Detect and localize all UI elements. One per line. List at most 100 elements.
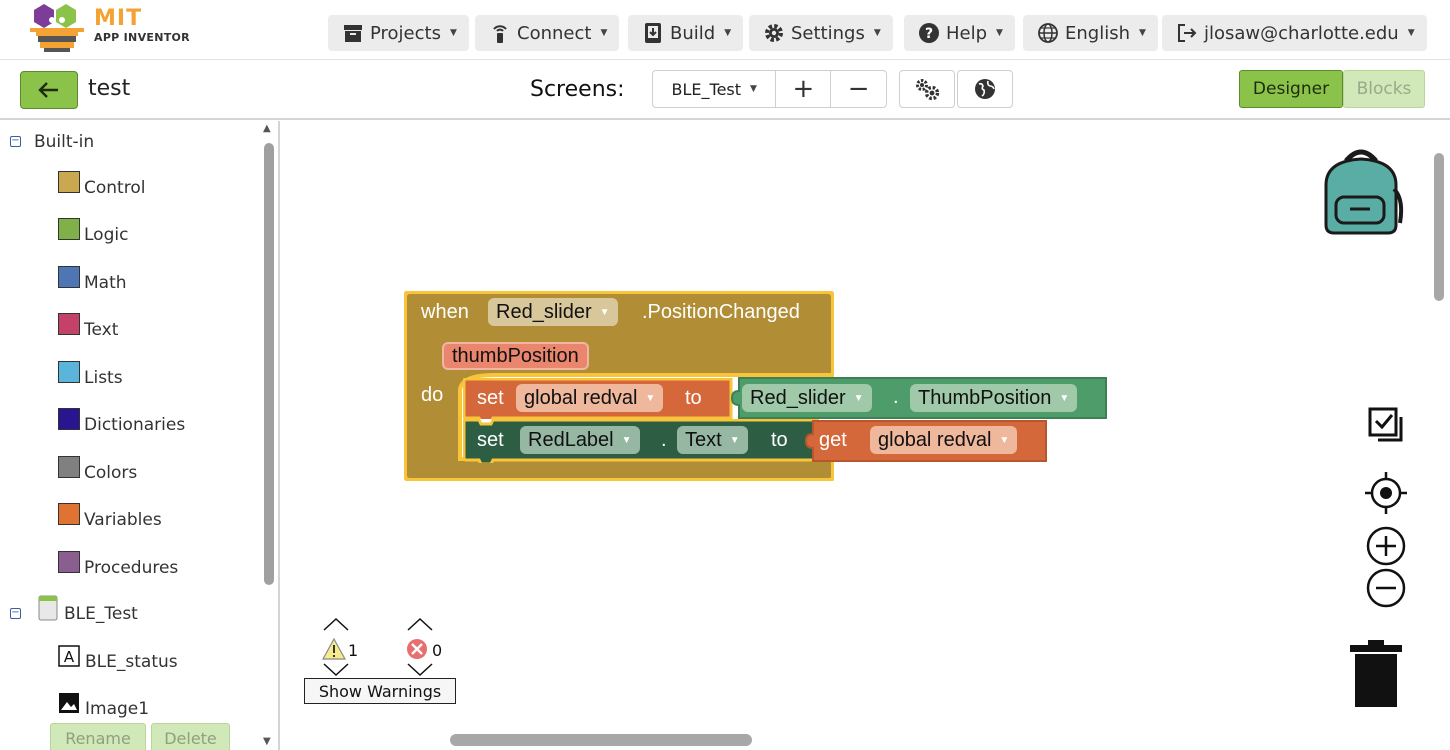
label-icon: A — [58, 645, 80, 667]
screen-select[interactable]: BLE_Test ▼ — [653, 71, 777, 107]
category-logic[interactable]: Logic — [58, 218, 128, 246]
category-lists[interactable]: Lists — [58, 361, 123, 389]
category-text[interactable]: Text — [58, 313, 118, 341]
workspace-vertical-scrollbar[interactable] — [1434, 153, 1444, 301]
project-properties-button[interactable] — [899, 70, 955, 108]
build-icon — [642, 22, 664, 44]
getter-property-value: ThumbPosition — [918, 386, 1052, 409]
blocks-workspace[interactable]: when Red_slider ▼ .PositionChanged thumbP… — [282, 121, 1450, 750]
zoom-in-icon[interactable] — [1365, 525, 1407, 567]
help-menu-label: Help — [946, 22, 988, 44]
publish-button[interactable] — [957, 70, 1013, 108]
warning-prev-icon[interactable] — [322, 617, 350, 631]
category-label: Colors — [84, 463, 138, 483]
account-menu-label: jlosaw@charlotte.edu — [1204, 22, 1399, 44]
projects-menu-label: Projects — [370, 22, 441, 44]
variables-swatch-icon — [58, 503, 80, 525]
getter-component-value: Red_slider — [750, 386, 846, 409]
sidebar-scrollbar[interactable]: ▲ ▼ — [262, 123, 276, 750]
rename-button[interactable]: Rename — [50, 723, 146, 750]
account-menu[interactable]: jlosaw@charlotte.edu ▼ — [1162, 15, 1427, 51]
projects-menu[interactable]: Projects ▼ — [328, 15, 469, 51]
backpack-icon[interactable] — [1316, 145, 1406, 237]
build-menu-label: Build — [670, 22, 716, 44]
settings-menu-label: Settings — [791, 22, 865, 44]
error-next-icon[interactable] — [406, 663, 434, 677]
connect-menu[interactable]: Connect ▼ — [475, 15, 620, 51]
getter-dot: . — [893, 386, 899, 408]
set-property-shape — [463, 419, 819, 463]
setter-component-dropdown[interactable]: RedLabel ▼ — [520, 426, 640, 454]
warning-next-icon[interactable] — [322, 663, 350, 677]
getter-component-dropdown[interactable]: Red_slider ▼ — [742, 384, 872, 412]
component-label: BLE_status — [85, 652, 178, 672]
scroll-up-icon[interactable]: ▲ — [263, 123, 271, 134]
get-variable-value: global redval — [878, 428, 992, 451]
dropdown-arrow-icon: ▼ — [621, 434, 632, 446]
get-variable-block[interactable]: get global redval ▼ — [805, 420, 1047, 462]
collapse-screen-icon[interactable]: − — [10, 608, 21, 619]
settings-menu[interactable]: Settings ▼ — [749, 15, 893, 51]
show-warnings-button[interactable]: Show Warnings — [304, 678, 456, 704]
category-dictionaries[interactable]: Dictionaries — [58, 408, 185, 436]
error-prev-icon[interactable] — [406, 617, 434, 631]
component-ble-status[interactable]: A BLE_status — [58, 645, 178, 673]
screen-node[interactable]: BLE_Test — [38, 595, 138, 627]
param-thumb-position[interactable]: thumbPosition — [442, 342, 589, 370]
sidebar-scroll-thumb[interactable] — [264, 143, 274, 585]
math-swatch-icon — [58, 266, 80, 288]
blocks-button[interactable]: Blocks — [1343, 70, 1425, 108]
globe-icon — [975, 79, 995, 99]
screen-icon — [38, 595, 58, 621]
builtin-node[interactable]: Built-in — [34, 132, 94, 152]
component-image1[interactable]: Image1 — [58, 693, 150, 720]
category-variables[interactable]: Variables — [58, 503, 162, 531]
top-nav: MIT APP INVENTOR Projects ▼ Connect ▼ Buil… — [0, 0, 1450, 60]
get-variable-dropdown[interactable]: global redval ▼ — [870, 426, 1018, 454]
workspace-horizontal-scrollbar[interactable] — [450, 734, 752, 746]
screen-select-value: BLE_Test — [671, 79, 742, 99]
blocks-palette: − Built-in Control Logic Math Text Lists… — [0, 121, 280, 750]
category-procedures[interactable]: Procedures — [58, 551, 178, 579]
setter-property-dropdown[interactable]: Text ▼ — [677, 426, 748, 454]
back-button[interactable] — [20, 71, 78, 109]
colors-swatch-icon — [58, 456, 80, 478]
recenter-icon[interactable] — [1364, 471, 1408, 515]
event-component-dropdown[interactable]: Red_slider ▼ — [488, 298, 618, 326]
variable-dropdown[interactable]: global redval ▼ — [516, 384, 664, 412]
category-colors[interactable]: Colors — [58, 456, 138, 484]
procedures-swatch-icon — [58, 551, 80, 573]
delete-button[interactable]: Delete — [151, 723, 230, 750]
build-menu[interactable]: Build ▼ — [628, 15, 744, 51]
logo-subtitle: APP INVENTOR — [94, 31, 190, 44]
set-keyword: set — [477, 429, 504, 451]
trash-icon[interactable] — [1348, 639, 1404, 709]
screen-controls: BLE_Test ▼ + − — [652, 70, 887, 108]
remove-screen-button[interactable]: − — [831, 71, 886, 107]
set-variable-block[interactable]: set global redval ▼ to — [463, 378, 735, 419]
logic-swatch-icon — [58, 218, 80, 240]
select-all-icon[interactable] — [1368, 407, 1404, 443]
text-swatch-icon — [58, 313, 80, 335]
component-label: Image1 — [85, 699, 150, 719]
caret-down-icon: ▼ — [873, 28, 881, 38]
variable-value: global redval — [524, 386, 638, 409]
add-screen-button[interactable]: + — [776, 71, 832, 107]
zoom-out-icon[interactable] — [1365, 567, 1407, 609]
warning-count: 1 — [348, 641, 359, 660]
help-menu[interactable]: ? Help ▼ — [904, 15, 1015, 51]
screen-node-label: BLE_Test — [64, 604, 138, 624]
when-keyword: when — [421, 301, 469, 323]
set-property-block[interactable]: set RedLabel ▼ . Text ▼ to — [463, 419, 819, 463]
collapse-builtin-icon[interactable]: − — [10, 136, 21, 147]
component-getter-block[interactable]: Red_slider ▼ . ThumbPosition ▼ — [731, 377, 1107, 419]
category-control[interactable]: Control — [58, 171, 145, 199]
getter-property-dropdown[interactable]: ThumbPosition ▼ — [910, 384, 1078, 412]
language-menu[interactable]: English ▼ — [1023, 15, 1158, 51]
category-math[interactable]: Math — [58, 266, 127, 294]
scroll-down-icon[interactable]: ▼ — [263, 736, 271, 747]
caret-down-icon: ▼ — [1139, 28, 1146, 38]
designer-button[interactable]: Designer — [1239, 70, 1343, 108]
svg-text:?: ? — [925, 26, 933, 42]
app-logo[interactable]: MIT APP INVENTOR — [30, 2, 190, 54]
